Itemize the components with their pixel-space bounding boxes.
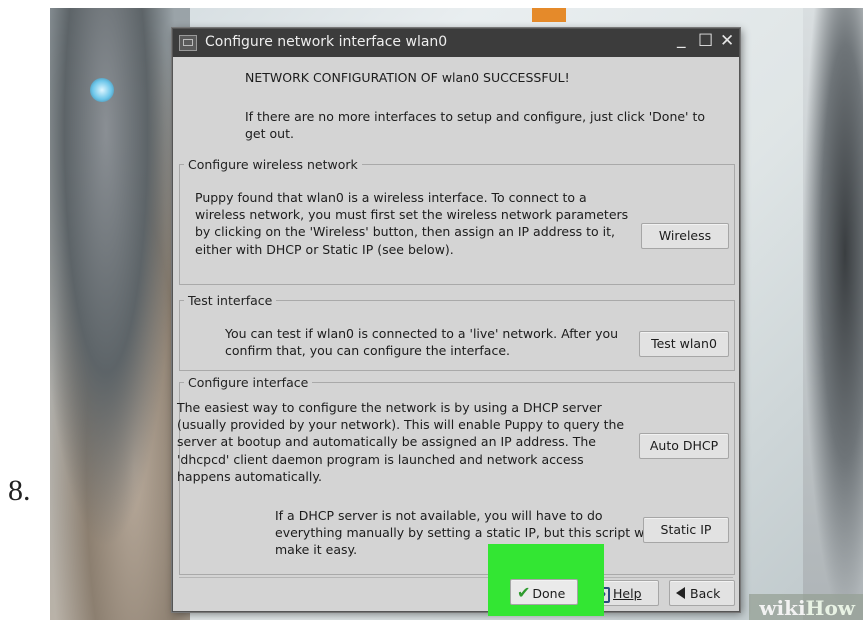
wireless-button[interactable]: Wireless — [641, 223, 729, 249]
wikihow-watermark: wikiHow — [749, 594, 863, 620]
checkmark-icon: ✔ — [517, 583, 531, 602]
wireless-description: Puppy found that wlan0 is a wireless int… — [195, 190, 629, 257]
wireless-group-legend: Configure wireless network — [188, 157, 358, 172]
back-label: Back — [690, 586, 721, 601]
configure-network-dialog: Configure network interface wlan0 _ ☐ ✕ … — [172, 28, 740, 612]
wallpaper-art-right — [803, 8, 863, 620]
test-wlan0-button[interactable]: Test wlan0 — [639, 331, 729, 357]
hint-message: If there are no more interfaces to setup… — [245, 109, 706, 141]
desktop-screenshot: Configure network interface wlan0 _ ☐ ✕ … — [50, 8, 863, 620]
maximize-button[interactable]: ☐ — [698, 31, 713, 51]
dialog-titlebar[interactable]: Configure network interface wlan0 _ ☐ ✕ — [173, 29, 739, 57]
test-description: You can test if wlan0 is connected to a … — [225, 326, 619, 359]
taskbar-tab — [532, 8, 566, 22]
watermark-how: How — [805, 596, 855, 620]
auto-dhcp-button[interactable]: Auto DHCP — [639, 433, 729, 459]
wallpaper-art-left — [50, 8, 190, 620]
test-group-legend: Test interface — [188, 293, 273, 308]
success-message: NETWORK CONFIGURATION OF wlan0 SUCCESSFU… — [245, 70, 570, 85]
help-label: Help — [613, 586, 642, 601]
dhcp-description: The easiest way to configure the network… — [177, 400, 625, 484]
dialog-title: Configure network interface wlan0 — [205, 34, 448, 50]
step-number: 8. — [8, 474, 31, 507]
wallpaper-robot-eye — [90, 78, 114, 102]
done-label: Done — [532, 586, 566, 601]
footer-separator — [179, 577, 733, 578]
close-button[interactable]: ✕ — [720, 31, 734, 51]
watermark-wiki: wiki — [759, 596, 806, 620]
static-ip-button[interactable]: Static IP — [643, 517, 729, 543]
done-button[interactable]: ✔ Done — [510, 579, 578, 605]
interface-group-legend: Configure interface — [188, 375, 309, 390]
network-app-icon — [179, 35, 197, 51]
minimize-button[interactable]: _ — [677, 29, 686, 49]
back-arrow-icon — [676, 587, 685, 599]
back-button[interactable]: Back — [669, 580, 735, 606]
